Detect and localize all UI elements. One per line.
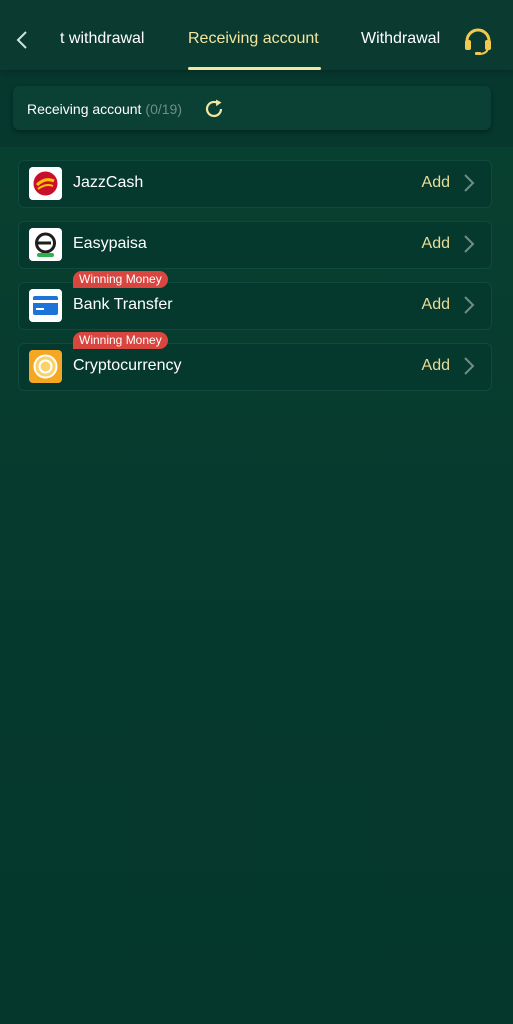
- add-button[interactable]: Add: [422, 174, 450, 192]
- headset-icon: [465, 28, 491, 55]
- receiving-account-label: Receiving account: [27, 101, 142, 117]
- back-button[interactable]: [8, 24, 36, 56]
- refresh-button[interactable]: [203, 98, 225, 120]
- method-label: Easypaisa: [73, 235, 147, 252]
- winning-money-badge: Winning Money: [73, 332, 168, 349]
- tab-receiving-account[interactable]: Receiving account: [188, 30, 319, 48]
- chevron-left-icon: [16, 31, 27, 49]
- winning-money-badge: Winning Money: [73, 271, 168, 288]
- method-row-jazzcash[interactable]: JazzCash Add: [18, 160, 492, 208]
- jazzcash-logo-icon: [29, 167, 62, 200]
- method-label: Cryptocurrency: [73, 357, 182, 374]
- chevron-right-icon: [464, 235, 475, 253]
- add-button[interactable]: Add: [422, 357, 450, 375]
- customer-support-button[interactable]: [462, 24, 494, 56]
- receiving-account-header: Receiving account (0/19): [13, 86, 491, 130]
- add-button[interactable]: Add: [422, 235, 450, 253]
- top-bar: t withdrawal Receiving account Withdrawa…: [0, 0, 513, 70]
- tab-fast-withdrawal[interactable]: t withdrawal: [60, 30, 144, 48]
- method-row-cryptocurrency[interactable]: Winning Money Cryptocurrency Add: [18, 332, 492, 391]
- chevron-right-icon: [464, 174, 475, 192]
- receiving-account-title: Receiving account (0/19): [27, 101, 182, 117]
- bank-card-icon: [29, 289, 62, 322]
- easypaisa-logo-icon: [29, 228, 62, 261]
- chevron-right-icon: [464, 357, 475, 375]
- add-button[interactable]: Add: [422, 296, 450, 314]
- method-row-easypaisa[interactable]: Easypaisa Add: [18, 221, 492, 269]
- refresh-icon: [205, 99, 223, 118]
- receiving-account-count: (0/19): [145, 101, 182, 117]
- chevron-right-icon: [464, 296, 475, 314]
- method-label: JazzCash: [73, 174, 144, 191]
- method-label: Bank Transfer: [73, 296, 173, 313]
- active-tab-indicator: [188, 67, 321, 70]
- tab-withdrawal[interactable]: Withdrawal: [361, 30, 440, 48]
- method-row-bank-transfer[interactable]: Winning Money Bank Transfer Add: [18, 271, 492, 330]
- crypto-coin-icon: [29, 350, 62, 383]
